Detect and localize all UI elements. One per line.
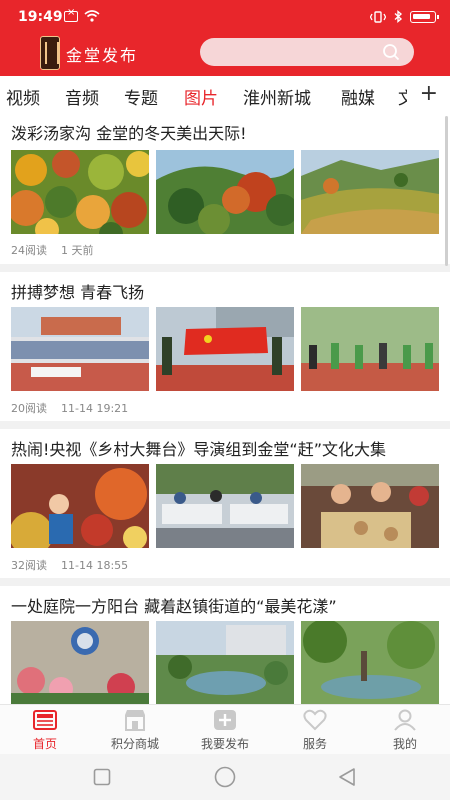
article-image[interactable] [156, 150, 294, 234]
bluetooth-icon [394, 10, 403, 23]
nav-service[interactable]: 服务 [270, 705, 360, 755]
article-image[interactable] [11, 150, 149, 234]
read-count: 20阅读 [11, 402, 47, 415]
notification-icon [64, 7, 78, 22]
add-post-icon [214, 710, 236, 730]
app-screen: 19:49 金堂发布 [0, 0, 450, 800]
vibrate-icon [370, 10, 386, 23]
nav-label: 服务 [302, 737, 327, 751]
system-nav-bar [0, 754, 450, 800]
bottom-nav: 首页 积分商城 我要发布 服务 我的 [0, 704, 450, 754]
article-title[interactable]: 泼彩汤家沟 金堂的冬天美出天际! [11, 120, 439, 144]
list-item[interactable]: 一处庭院一方阳台 藏着赵镇街道的“最美花漾” [0, 586, 450, 704]
header: 19:49 金堂发布 [0, 0, 450, 76]
publish-time: 1 天前 [61, 244, 94, 257]
article-image[interactable] [301, 464, 439, 548]
brand-title: 金堂发布 [66, 46, 139, 65]
heart-icon [303, 709, 327, 731]
tab-topic[interactable]: 专题 [124, 84, 158, 109]
article-title[interactable]: 拼搏梦想 青春飞扬 [11, 279, 439, 303]
app-bar: 金堂发布 [0, 34, 450, 76]
status-time: 19:49 [18, 9, 63, 25]
tab-video[interactable]: 视频 [6, 84, 40, 109]
recent-apps-icon[interactable] [93, 768, 111, 786]
article-image[interactable] [301, 307, 439, 391]
nav-profile[interactable]: 我的 [360, 705, 450, 755]
publish-time: 11-14 18:55 [61, 559, 129, 572]
publish-time: 11-14 19:21 [61, 402, 129, 415]
search-input[interactable] [200, 38, 414, 66]
article-image[interactable] [156, 621, 294, 704]
shop-icon [125, 710, 145, 731]
search-icon[interactable] [382, 43, 400, 61]
tab-pictures[interactable]: 图片 [184, 84, 218, 109]
read-count: 24阅读 [11, 244, 47, 257]
app-logo [40, 36, 60, 70]
article-title[interactable]: 一处庭院一方阳台 藏着赵镇街道的“最美花漾” [11, 593, 439, 617]
article-image[interactable] [156, 464, 294, 548]
read-count: 32阅读 [11, 559, 47, 572]
list-item[interactable]: 泼彩汤家沟 金堂的冬天美出天际! 24阅读 1 天前 [0, 116, 450, 272]
nav-shop[interactable]: 积分商城 [90, 705, 180, 755]
home-icon[interactable] [214, 766, 236, 788]
add-channel-icon[interactable]: + [420, 81, 438, 106]
nav-label: 积分商城 [110, 737, 159, 751]
article-image[interactable] [156, 307, 294, 391]
wifi-icon [84, 10, 100, 22]
article-image[interactable] [301, 150, 439, 234]
nav-label: 我的 [392, 737, 417, 751]
tab-huaizhou-newtown[interactable]: 淮州新城 [243, 84, 311, 109]
scrollbar[interactable] [445, 116, 448, 266]
article-image[interactable] [301, 621, 439, 704]
list-item[interactable]: 热闹!央视《乡村大舞台》导演组到金堂“赶”文化大集 32阅读 11-14 18:… [0, 429, 450, 586]
article-image[interactable] [11, 621, 149, 704]
channel-tabs: 视频 音频 专题 图片 淮州新城 融媒 文 + [0, 76, 450, 116]
nav-label: 首页 [32, 737, 57, 751]
article-image[interactable] [11, 307, 149, 391]
nav-post[interactable]: 我要发布 [180, 705, 270, 755]
newspaper-icon [33, 710, 57, 730]
article-title[interactable]: 热闹!央视《乡村大舞台》导演组到金堂“赶”文化大集 [11, 436, 439, 460]
back-icon[interactable] [338, 767, 356, 787]
tab-audio[interactable]: 音频 [65, 84, 99, 109]
list-item[interactable]: 拼搏梦想 青春飞扬 20阅读 11-14 19:21 [0, 272, 450, 429]
nav-label: 我要发布 [200, 737, 249, 751]
battery-icon [410, 10, 439, 23]
news-feed: 泼彩汤家沟 金堂的冬天美出天际! 24阅读 1 天前 拼搏梦想 青春飞扬 20阅… [0, 116, 450, 704]
person-icon [394, 709, 416, 731]
status-bar: 19:49 [0, 0, 450, 34]
tab-partial[interactable]: 文 [398, 84, 407, 109]
article-image[interactable] [11, 464, 149, 548]
tab-media[interactable]: 融媒 [341, 84, 375, 109]
nav-home[interactable]: 首页 [0, 705, 90, 755]
